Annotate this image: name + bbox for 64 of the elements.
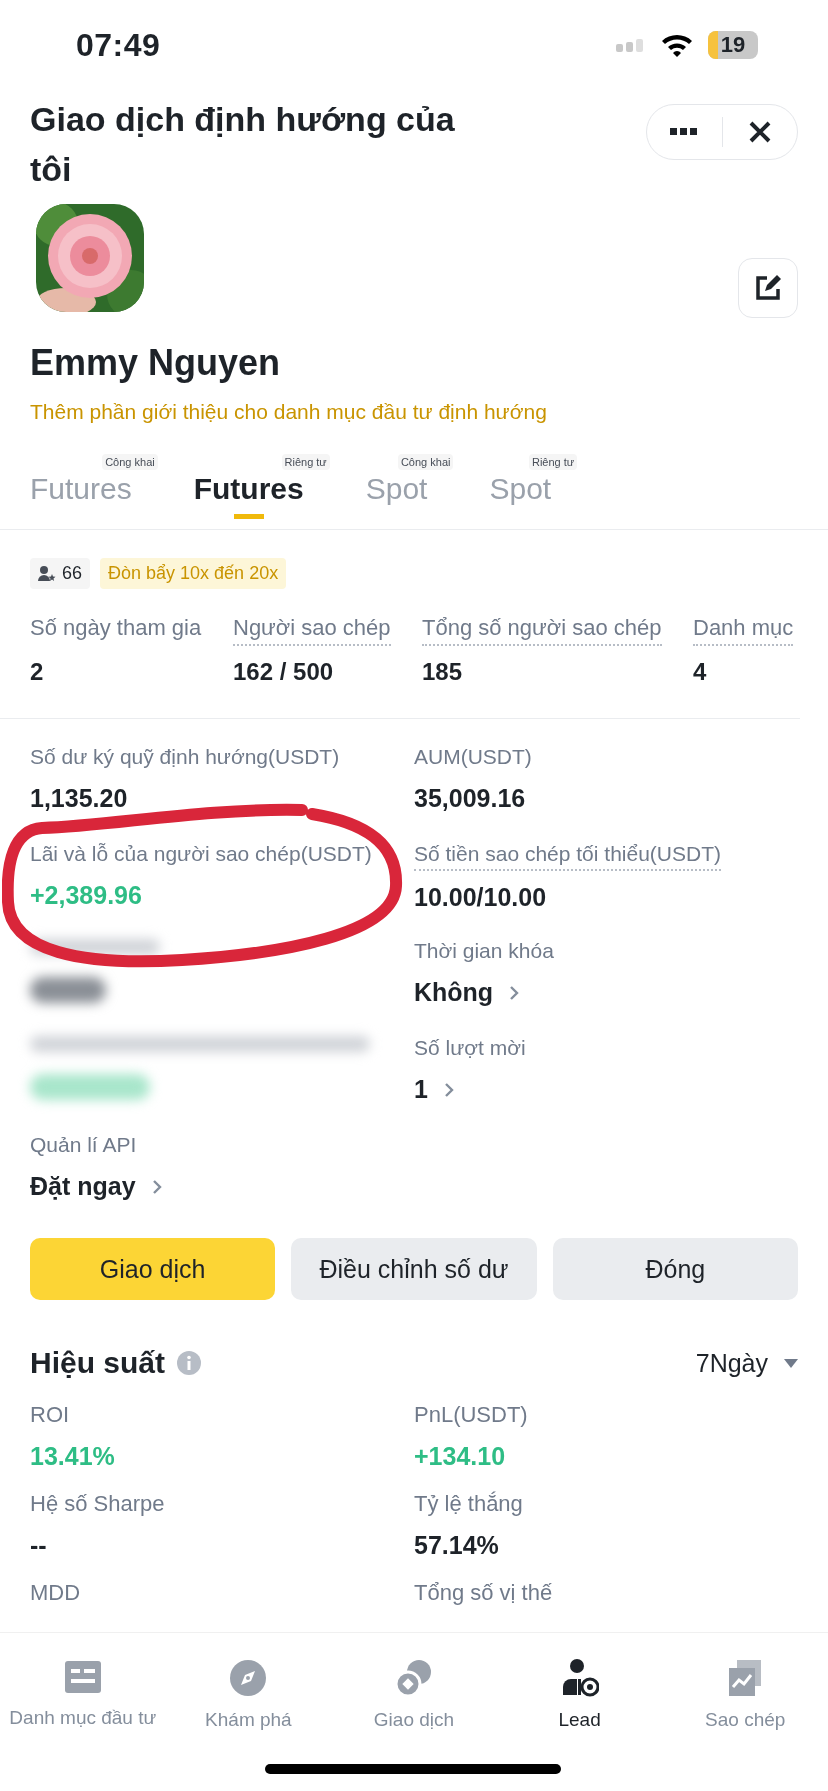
field-label: Quản lí API bbox=[30, 1133, 137, 1158]
list-icon bbox=[62, 1659, 103, 1695]
page-title: Giao dịch định hướng của tôi bbox=[30, 99, 456, 190]
field-label: Thời gian khóa bbox=[414, 939, 554, 964]
metric-label: MDD bbox=[30, 1580, 81, 1606]
action-button[interactable]: Đóng bbox=[552, 1238, 798, 1300]
metric-value: +134.10 bbox=[414, 1442, 506, 1471]
edit-button[interactable] bbox=[738, 258, 798, 318]
more-icon bbox=[670, 128, 699, 136]
field-label: Lãi và lỗ của người sao chép(USDT) bbox=[30, 842, 372, 867]
period-dropdown[interactable]: 7Ngày bbox=[695, 1348, 798, 1378]
profile-name: Emmy Nguyen bbox=[29, 341, 282, 384]
close-icon bbox=[748, 121, 771, 143]
field-value[interactable]: Không bbox=[414, 978, 494, 1007]
field-label: Số dư ký quỹ định hướng(USDT) bbox=[30, 745, 340, 770]
metric-value: -- bbox=[30, 1531, 47, 1560]
stat-value: 2 bbox=[30, 658, 45, 686]
metric-label: ROI bbox=[30, 1402, 70, 1428]
copy-chart-icon bbox=[727, 1659, 764, 1697]
metric-value: 57.14% bbox=[414, 1531, 499, 1560]
field-value: 35,009.16 bbox=[414, 784, 526, 813]
metric-label: PnL(USDT) bbox=[414, 1402, 528, 1428]
stat-label: Người sao chép bbox=[233, 615, 391, 646]
portfolio-tab[interactable]: Riêng tư Spot bbox=[489, 454, 578, 529]
section-title: Hiệu suất bbox=[30, 1346, 166, 1380]
stat-value: 162 / 500 bbox=[233, 658, 335, 686]
metric-label: Tỷ lệ thắng bbox=[414, 1491, 523, 1517]
stat-value: 185 bbox=[422, 658, 464, 686]
compass-icon bbox=[229, 1659, 268, 1697]
follower-count-tag: 66 bbox=[30, 558, 91, 589]
stat-label: Tổng số người sao chép bbox=[422, 615, 662, 646]
caret-icon bbox=[784, 1358, 798, 1368]
stat-label: Số ngày tham gia bbox=[30, 615, 202, 642]
action-button[interactable]: Điều chỉnh số dư bbox=[291, 1238, 537, 1300]
portfolio-tab[interactable]: Công khai Spot bbox=[365, 454, 454, 529]
field-value: 10.00/10.00 bbox=[414, 883, 547, 912]
portfolio-tab[interactable]: Riêng tư Futures bbox=[193, 454, 330, 529]
field-value[interactable]: Đặt ngay bbox=[30, 1172, 136, 1201]
field-value: 1,135.20 bbox=[30, 784, 128, 813]
chevron-icon bbox=[151, 1178, 162, 1195]
clock-time: 07:49 bbox=[76, 26, 161, 64]
leverage-tag: Đòn bẩy 10x đến 20x bbox=[100, 558, 287, 589]
stat-value: 4 bbox=[693, 658, 708, 686]
chevron-icon bbox=[509, 984, 520, 1001]
metric-label: Tổng số vị thế bbox=[414, 1580, 553, 1606]
nav-tab[interactable]: Lead bbox=[496, 1633, 663, 1791]
field-label: Số lượt mời bbox=[414, 1036, 526, 1061]
coins-icon bbox=[395, 1659, 433, 1697]
signal-icon bbox=[616, 38, 646, 52]
action-button[interactable]: Giao dịch bbox=[30, 1238, 276, 1300]
field-value: +2,389.96 bbox=[30, 881, 142, 910]
battery-icon: 19 bbox=[708, 31, 758, 59]
metric-label: Hệ số Sharpe bbox=[30, 1491, 165, 1517]
portfolio-tab[interactable]: Công khai Futures bbox=[30, 454, 158, 529]
leader-icon bbox=[560, 1659, 599, 1697]
field-label: AUM(USDT) bbox=[414, 745, 532, 770]
edit-icon bbox=[753, 273, 783, 303]
field-value[interactable]: 1 bbox=[414, 1075, 428, 1104]
metric-value: 13.41% bbox=[30, 1442, 115, 1471]
person-star-icon bbox=[38, 565, 56, 582]
field-label: Số tiền sao chép tối thiểu(USDT) bbox=[414, 842, 721, 871]
stat-label: Danh mục bbox=[693, 615, 794, 646]
chevron-icon bbox=[443, 1081, 454, 1098]
wifi-icon bbox=[660, 32, 694, 58]
